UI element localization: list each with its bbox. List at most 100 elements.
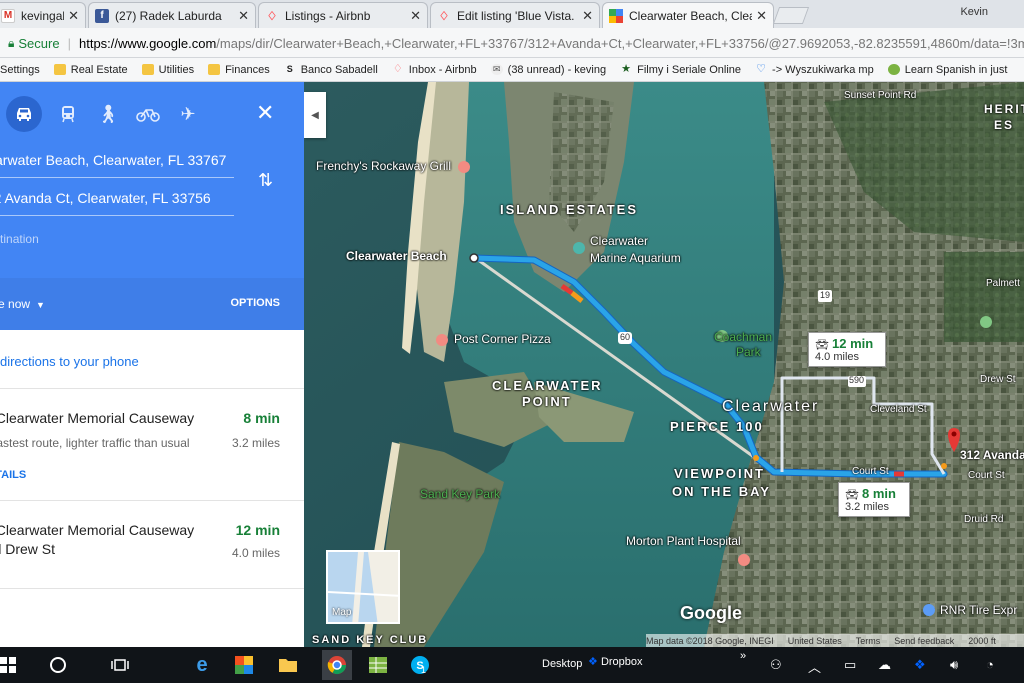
label-sand-key-park[interactable]: Sand Key Park [420,487,500,501]
task-view-icon[interactable] [108,653,132,677]
close-tab-icon[interactable]: ✕ [756,8,767,24]
tab-google-maps[interactable]: Clearwater Beach, Clearw ✕ [602,2,774,28]
spreadsheet-app-icon[interactable] [366,653,390,677]
label-post-corner-pizza[interactable]: Post Corner Pizza [454,332,551,346]
travel-mode-bar: 🚶︎ ✈ [0,96,208,132]
photos-app-icon[interactable] [232,653,256,677]
tab-facebook[interactable]: f (27) Radek Laburda ✕ [88,2,256,28]
file-explorer-icon[interactable] [276,653,300,677]
bookmark-filmy[interactable]: ★ Filmy i Seriale Online [620,64,741,76]
label-sand-key-club: SAND KEY CLUB [312,634,429,646]
label-rnr-tire[interactable]: RNR Tire Expr [940,603,1017,617]
route-time: 8 min [243,410,280,426]
mode-transit[interactable] [48,96,88,132]
map-type-toggle[interactable]: Map [326,550,400,624]
label-route-590: 590 [849,375,865,385]
options-button[interactable]: OPTIONS [230,297,280,309]
label-clearwater-beach[interactable]: Clearwater Beach [346,249,447,263]
bookmark-utilities[interactable]: Utilities [141,64,194,76]
origin-field[interactable]: Clearwater Beach, Clearwater, FL 33767 [0,152,234,178]
bookmark-wyszukiwarka[interactable]: ♡ -> Wyszukiwarka mp [755,64,874,76]
omnibox[interactable]: 🔒︎ Secure | https://www.google.com /maps… [8,32,1024,54]
people-icon[interactable]: ⚇ [770,657,782,673]
bookmark-banco-sabadell[interactable]: S Banco Sabadell [284,64,378,76]
add-destination-field[interactable]: Choose destination [0,232,234,258]
close-tab-icon[interactable]: ✕ [238,8,249,24]
google-logo: Google [680,603,742,623]
profile-name[interactable]: Kevin [960,6,988,18]
dropbox-toolbar[interactable]: ❖ Dropbox [588,655,643,668]
label-aquarium-1[interactable]: Clearwater [590,234,648,248]
label-coachman-1[interactable]: Coachman [714,330,772,344]
minimap-label: Map [332,607,352,618]
terms-link[interactable]: Terms [856,636,881,646]
mode-walking[interactable]: 🚶︎ [88,96,128,132]
mode-flights[interactable]: ✈ [168,96,208,132]
leave-time-row: Leave now ▼ OPTIONS [0,278,304,330]
label-morton-plant[interactable]: Morton Plant Hospital [626,534,741,548]
dropbox-label: Dropbox [600,656,643,668]
skype-icon[interactable]: S [408,653,432,677]
bookmark-finances[interactable]: Finances [208,64,270,76]
divider [0,388,304,389]
destination-field[interactable]: 312 Avanda Ct, Clearwater, FL 33756 [0,190,234,216]
desktop-toolbar-label[interactable]: Desktop [542,658,582,670]
label-palmetto: Palmett [986,278,1020,289]
tab-airbnb-listings[interactable]: ♢ Listings - Airbnb ✕ [258,2,428,28]
close-directions-icon[interactable]: ✕ [256,102,274,124]
swap-directions-icon[interactable]: ⇅ [258,170,273,191]
chrome-taskbar-icon[interactable] [322,650,352,680]
route-callout-alt[interactable]: 🚘︎ 12 min 4.0 miles [808,332,886,367]
callout-distance: 3.2 miles [845,501,890,513]
tab-gmail[interactable]: M kevingalazk ✕ [0,2,86,28]
callout-time: 8 min [862,486,896,501]
mode-cycling[interactable] [128,96,168,132]
cortana-icon[interactable] [46,653,70,677]
send-to-phone-link[interactable]: Send directions to your phone [0,354,139,369]
bicycle-icon [136,109,160,122]
yahoo-icon: ✉ [490,64,503,75]
url-divider: | [67,35,71,51]
mode-driving[interactable] [6,96,42,132]
battery-icon[interactable]: ▭ [844,657,856,673]
bookmark-learn-spanish[interactable]: Learn Spanish in just [887,64,1007,76]
send-feedback-link[interactable]: Send feedback [894,636,954,646]
leave-now-dropdown[interactable]: Leave now ▼ [0,297,45,311]
route-callout-fastest[interactable]: 🚘︎ 8 min 3.2 miles [838,482,910,517]
label-coachman-2[interactable]: Park [736,345,761,359]
toolbar-overflow-icon[interactable]: » [740,650,746,662]
collapse-panel-button[interactable]: ◀ [304,92,326,138]
label-destination[interactable]: 312 Avanda [960,448,1024,462]
dropbox-tray-icon[interactable]: ❖ [914,657,926,673]
onedrive-cloud-icon[interactable]: ☁ [878,657,891,673]
bookmark-yahoo-mail[interactable]: ✉ (38 unread) - keving [490,64,606,76]
screen: M kevingalazk ✕ f (27) Radek Laburda ✕ ♢… [0,0,1024,683]
label-court-st-east: Court St [968,470,1005,481]
label-clearwater-point-1: CLEARWATER [492,378,603,393]
details-link[interactable]: DETAILS [0,469,26,481]
new-tab-button[interactable] [772,7,810,24]
volume-icon[interactable]: 🔊︎ [950,657,958,673]
satellite-map[interactable]: Frenchy's Rockaway Grill ISLAND ESTATES … [304,82,1024,647]
edge-browser-icon[interactable]: e [190,653,214,677]
map-region[interactable]: United States [788,636,842,646]
bookmark-inbox-airbnb[interactable]: ♢ Inbox - Airbnb [392,64,477,76]
wifi-icon[interactable]: ◔ [986,657,994,672]
close-tab-icon[interactable]: ✕ [410,8,421,24]
start-icon[interactable] [0,653,20,677]
tab-airbnb-edit[interactable]: ♢ Edit listing 'Blue Vista. Co ✕ [430,2,600,28]
close-tab-icon[interactable]: ✕ [68,8,79,24]
label-frenchys[interactable]: Frenchy's Rockaway Grill [316,159,451,173]
close-tab-icon[interactable]: ✕ [582,8,593,24]
scale-label[interactable]: 2000 ft [968,636,996,646]
label-aquarium-2[interactable]: Marine Aquarium [590,251,681,265]
show-hidden-icons-chevron-icon[interactable]: ︿ [808,657,821,676]
label-island-estates: ISLAND ESTATES [500,202,639,217]
route-description: Fastest route, lighter traffic than usua… [0,436,190,450]
chevron-left-icon: ◀ [311,109,319,121]
leave-now-label: Leave now [0,297,31,311]
car-icon: 🚘︎ [845,489,859,501]
bookmark-real-estate[interactable]: Real Estate [53,64,128,76]
bookmark-settings[interactable]: Settings [0,64,40,76]
add-destination-placeholder: Choose destination [0,232,39,246]
